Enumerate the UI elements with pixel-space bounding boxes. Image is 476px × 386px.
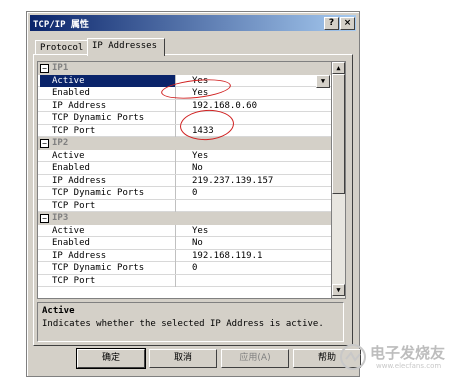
prop-name: Active [40, 74, 176, 87]
prop-name: Enabled [40, 162, 176, 174]
scroll-up-icon[interactable]: ▲ [332, 62, 345, 74]
logo-icon [340, 344, 366, 370]
prop-name: IP Address [40, 99, 176, 112]
tab-ip-addresses[interactable]: IP Addresses [87, 38, 165, 56]
dropdown-arrow-icon[interactable]: ▼ [316, 74, 330, 88]
group-label: IP1 [52, 63, 69, 73]
prop-value[interactable]: Yes [188, 150, 332, 162]
collapse-icon[interactable]: − [40, 214, 49, 223]
prop-value[interactable] [188, 275, 332, 287]
prop-name: Active [40, 149, 176, 162]
title-bar[interactable]: TCP/IP 属性 ? × [30, 15, 356, 31]
scroll-thumb[interactable] [332, 74, 345, 194]
prop-name: TCP Dynamic Ports [40, 262, 176, 274]
group-label: IP3 [52, 213, 69, 223]
collapse-icon[interactable]: − [40, 139, 49, 148]
prop-row[interactable]: TCP Dynamic Ports 0 [38, 187, 332, 200]
prop-name: TCP Port [40, 274, 176, 287]
tcpip-properties-dialog: TCP/IP 属性 ? × Protocol IP Addresses − IP… [26, 11, 361, 377]
prop-value[interactable]: No [188, 237, 332, 249]
prop-value[interactable]: 0 [188, 187, 332, 199]
prop-row[interactable]: IP Address 192.168.119.1 [38, 249, 332, 262]
help-button[interactable]: ? [324, 17, 339, 30]
ok-button[interactable]: 确定 [76, 348, 146, 369]
watermark-domain: www.elecfans.com [376, 362, 442, 370]
prop-value[interactable]: 192.168.119.1 [188, 250, 332, 262]
prop-row[interactable]: TCP Port [38, 274, 332, 287]
collapse-icon[interactable]: − [40, 64, 49, 73]
prop-value[interactable]: Yes [188, 225, 332, 237]
group-ip1[interactable]: − IP1 [38, 62, 332, 75]
prop-name: IP Address [40, 249, 176, 262]
prop-name: TCP Dynamic Ports [40, 112, 176, 124]
cancel-button[interactable]: 取消 [149, 349, 217, 368]
group-ip2[interactable]: − IP2 [38, 137, 332, 150]
description-text: Indicates whether the selected IP Addres… [42, 319, 324, 329]
prop-row[interactable]: IP Address 219.237.139.157 [38, 174, 332, 187]
watermark-logo: 电子发烧友 www.elecfans.com [336, 336, 472, 376]
tab-protocol[interactable]: Protocol [35, 40, 93, 55]
group-ip3[interactable]: − IP3 [38, 212, 332, 225]
prop-value[interactable]: No [188, 162, 332, 174]
prop-row[interactable]: IP Address 192.168.0.60 [38, 99, 332, 112]
scroll-down-icon[interactable]: ▼ [332, 284, 345, 296]
prop-row[interactable]: Enabled No [38, 162, 332, 175]
close-button[interactable]: × [340, 17, 355, 30]
prop-row[interactable]: Active Yes [38, 224, 332, 237]
prop-name: TCP Port [40, 199, 176, 212]
vertical-scrollbar[interactable]: ▲ ▼ [331, 61, 346, 299]
description-title: Active [42, 306, 75, 316]
description-panel: Active Indicates whether the selected IP… [37, 302, 344, 342]
prop-value[interactable]: 219.237.139.157 [188, 175, 332, 187]
prop-row[interactable]: Enabled No [38, 237, 332, 250]
prop-name: TCP Dynamic Ports [40, 187, 176, 199]
prop-name: Enabled [40, 87, 176, 99]
apply-button[interactable]: 应用(A) [221, 349, 289, 368]
prop-row[interactable]: TCP Port [38, 199, 332, 212]
watermark-text: 电子发烧友 [370, 344, 446, 362]
prop-name: Active [40, 224, 176, 237]
prop-name: Enabled [40, 237, 176, 249]
prop-value[interactable] [188, 200, 332, 212]
prop-name: TCP Port [40, 124, 176, 137]
window-title: TCP/IP 属性 [33, 20, 89, 30]
prop-row[interactable]: Active Yes [38, 149, 332, 162]
prop-name: IP Address [40, 174, 176, 187]
group-label: IP2 [52, 138, 69, 148]
prop-row[interactable]: TCP Dynamic Ports 0 [38, 262, 332, 275]
prop-value[interactable]: 0 [188, 262, 332, 274]
